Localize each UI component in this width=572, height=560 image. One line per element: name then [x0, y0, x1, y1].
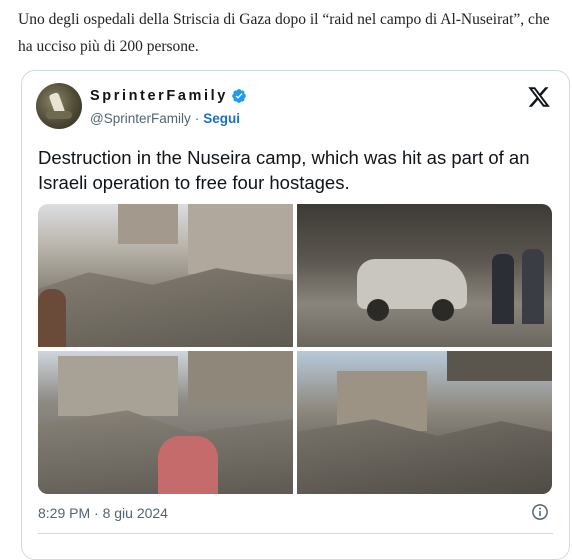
tweet-text: Destruction in the Nuseira camp, which w… [38, 147, 530, 193]
photo-rubble-buildings[interactable] [38, 204, 293, 347]
photo-collapsed-street[interactable] [38, 351, 293, 494]
article-caption: Uno degli ospedali della Striscia di Gaz… [18, 11, 550, 55]
follow-link[interactable]: Segui [203, 111, 240, 126]
tweet-timestamp[interactable]: 8:29 PM · 8 giu 2024 [38, 505, 168, 521]
photo-smoke-destruction[interactable] [297, 351, 552, 494]
author-row: SprinterFamily [90, 88, 247, 104]
embedded-tweet-card[interactable]: SprinterFamily @SprinterFamily · Segui Des… [21, 70, 570, 560]
photo-burned-car[interactable] [297, 204, 552, 347]
info-icon[interactable] [531, 503, 549, 521]
handle[interactable]: @SprinterFamily [90, 111, 191, 126]
media-grid[interactable] [38, 204, 552, 494]
separator-dot: · [194, 111, 200, 126]
footer-divider [38, 533, 553, 534]
avatar[interactable] [36, 83, 82, 129]
handle-row: @SprinterFamily · Segui [90, 111, 240, 126]
display-name[interactable]: SprinterFamily [90, 88, 228, 104]
verified-badge-icon [232, 89, 246, 103]
x-logo-icon[interactable] [527, 85, 551, 109]
